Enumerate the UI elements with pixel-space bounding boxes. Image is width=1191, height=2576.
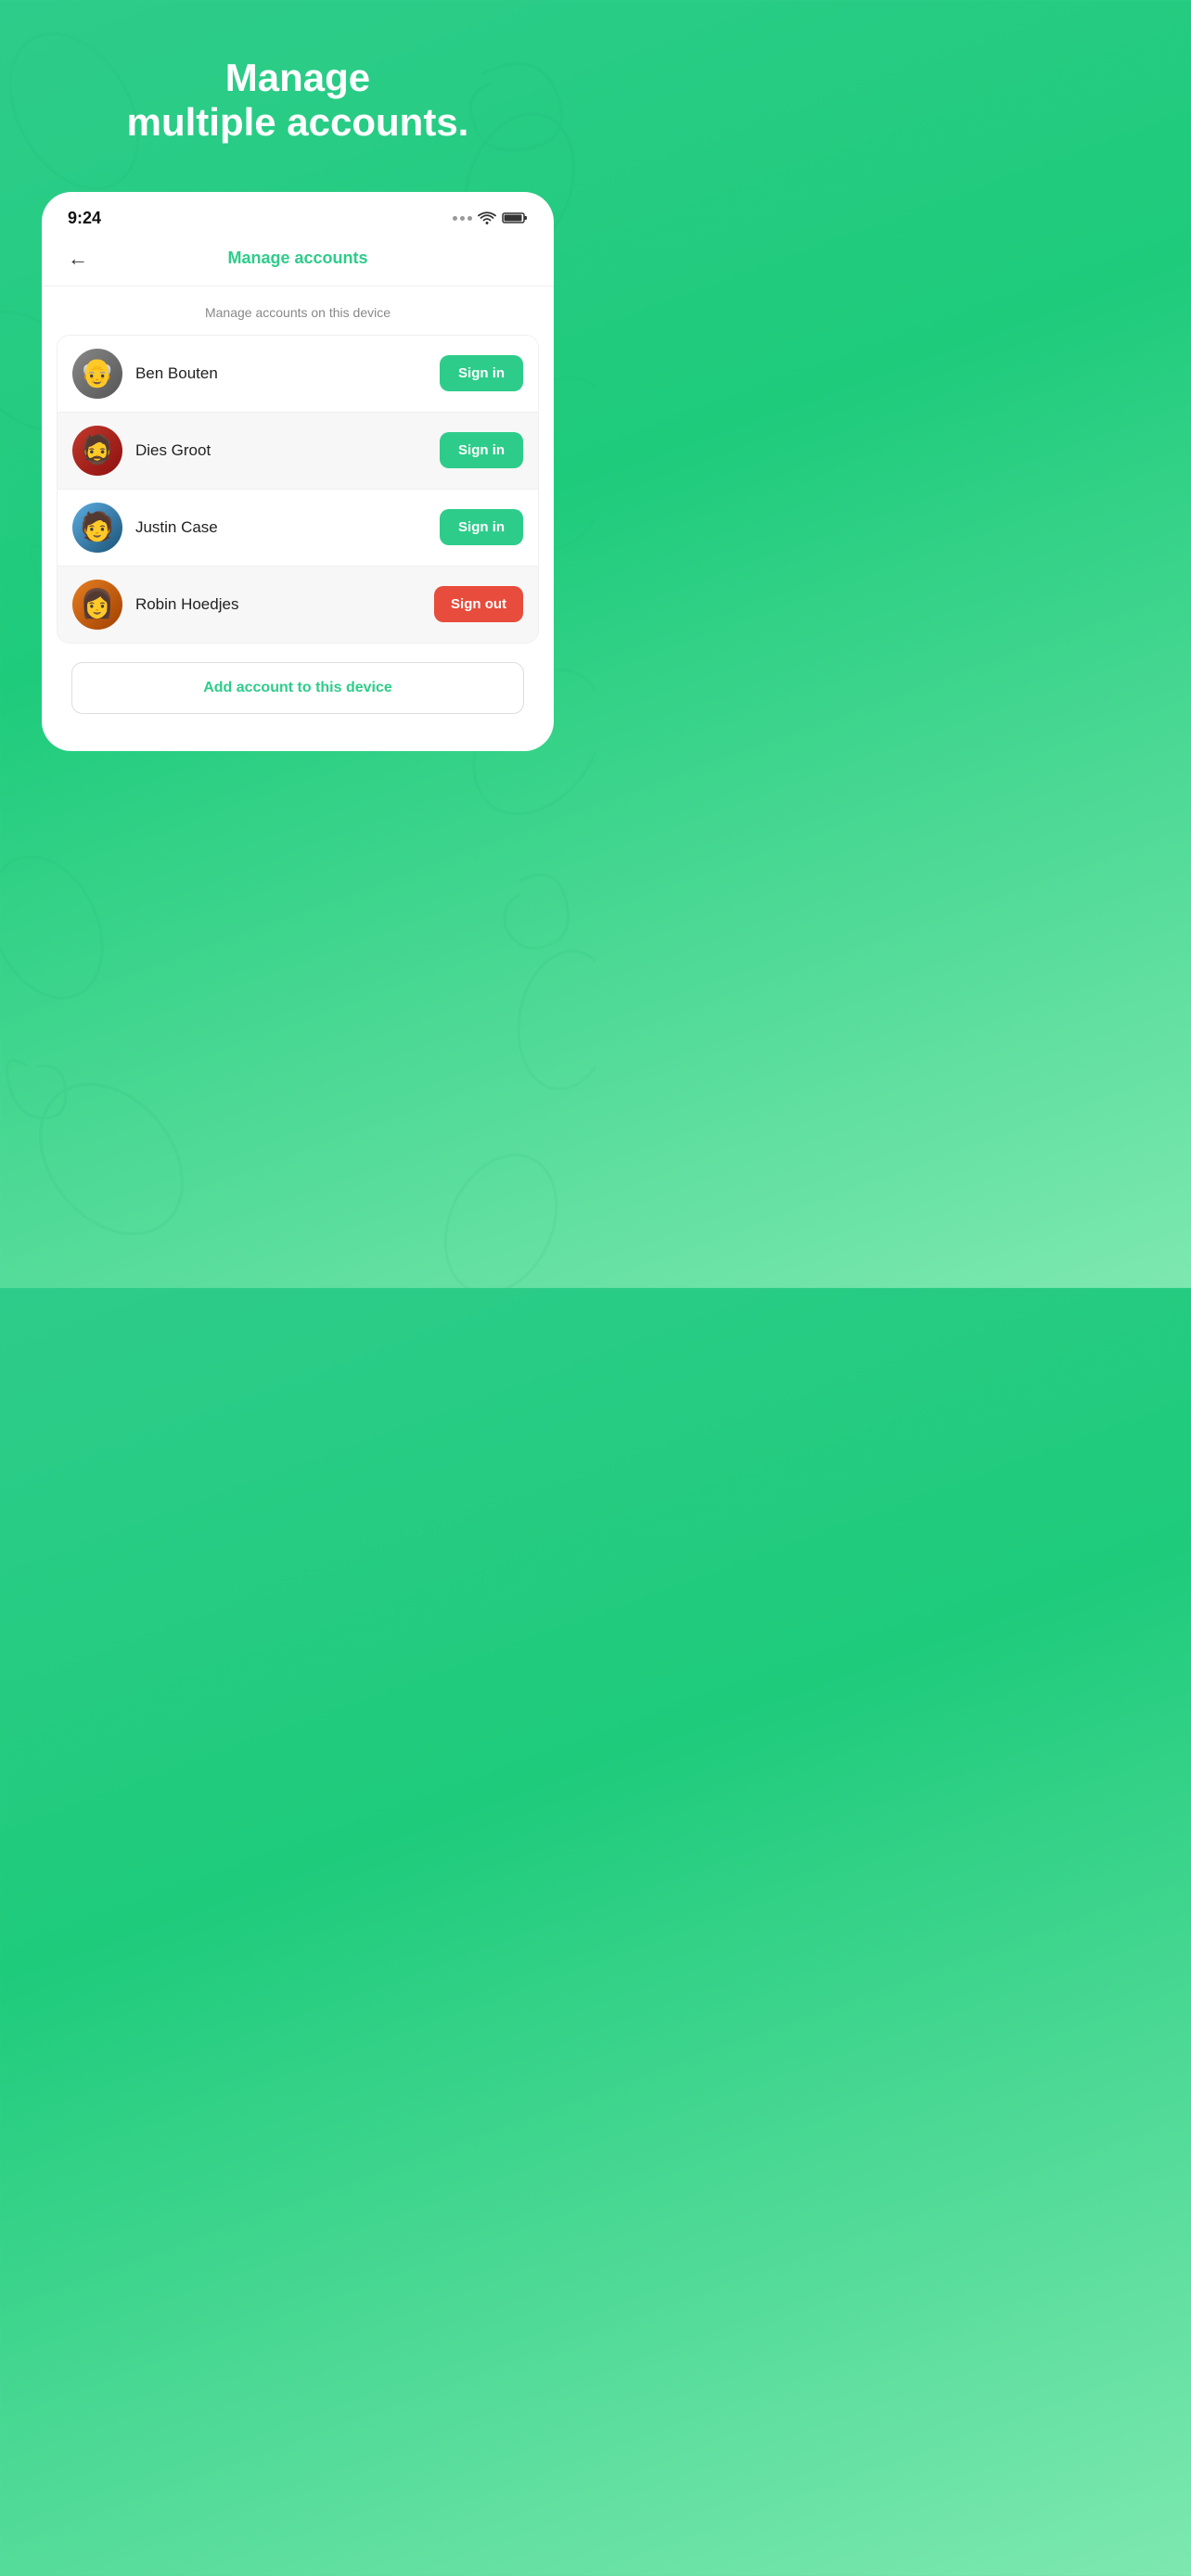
battery-icon <box>502 211 528 224</box>
account-name: Ben Bouten <box>135 364 427 383</box>
sign-in-button[interactable]: Sign in <box>440 355 523 391</box>
sign-in-button[interactable]: Sign in <box>440 509 523 545</box>
sign-in-button[interactable]: Sign in <box>440 432 523 468</box>
account-name: Justin Case <box>135 518 427 537</box>
status-time: 9:24 <box>68 209 101 228</box>
status-bar: 9:24 <box>42 192 554 237</box>
back-button[interactable]: ← <box>60 243 96 274</box>
page-header-title: Manage multiple accounts. <box>127 56 469 146</box>
phone-card: 9:24 <box>42 192 554 751</box>
nav-title: Manage accounts <box>227 249 367 268</box>
account-list: Ben BoutenSign inDies GrootSign inJustin… <box>57 335 539 644</box>
status-icons <box>453 211 528 224</box>
sign-out-button[interactable]: Sign out <box>434 586 523 622</box>
account-name: Robin Hoedjes <box>135 595 421 614</box>
section-label: Manage accounts on this device <box>57 305 539 320</box>
avatar <box>72 503 122 553</box>
signal-dots-icon <box>453 216 472 221</box>
account-name: Dies Groot <box>135 441 427 460</box>
nav-bar: ← Manage accounts <box>42 237 554 287</box>
content-area: Manage accounts on this device Ben Boute… <box>42 287 554 714</box>
add-account-button[interactable]: Add account to this device <box>71 662 524 714</box>
account-row: Ben Bouten Sign in <box>58 336 538 412</box>
avatar <box>72 580 122 630</box>
account-row: Robin Hoedjes Sign out <box>58 566 538 643</box>
avatar <box>72 426 122 476</box>
avatar <box>72 349 122 399</box>
account-row: Justin Case Sign in <box>58 489 538 566</box>
wifi-icon <box>478 211 496 224</box>
account-row: Dies Groot Sign in <box>58 412 538 489</box>
